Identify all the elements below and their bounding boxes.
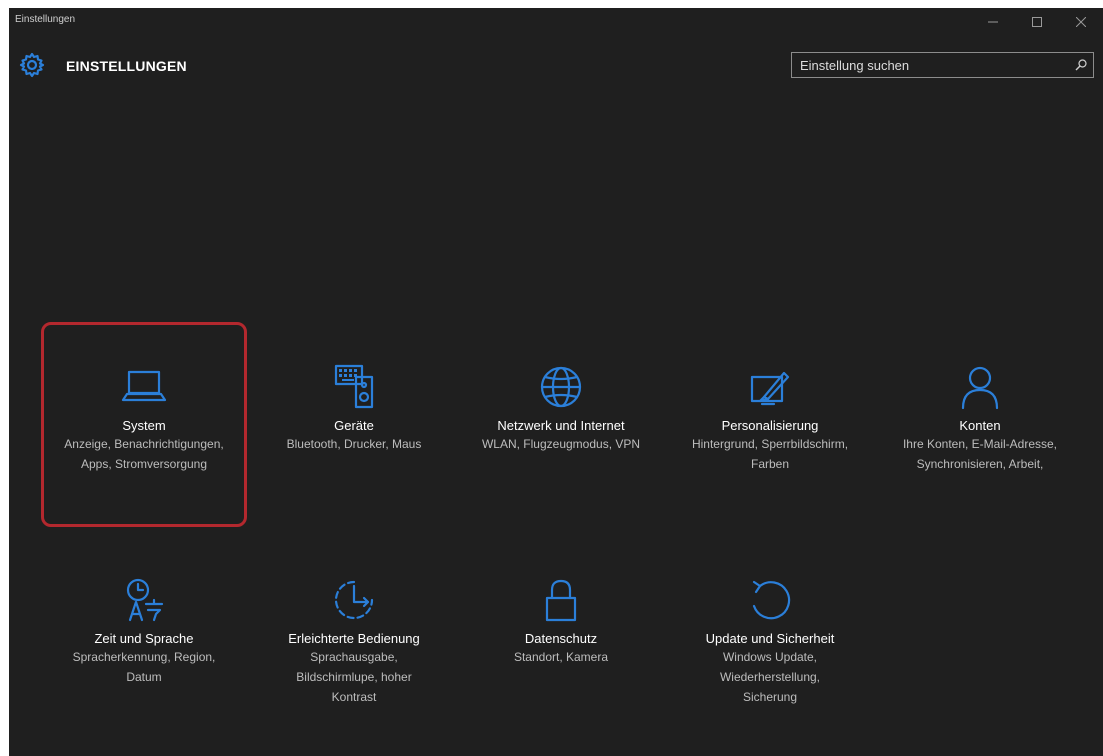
maximize-button[interactable]	[1015, 8, 1059, 36]
minimize-icon	[988, 21, 998, 23]
tile-title: System	[122, 418, 166, 433]
globe-icon	[540, 366, 582, 408]
tile-title: Konten	[959, 418, 1001, 433]
window-title: Einstellungen	[15, 14, 76, 25]
tile-update-security[interactable]: Update und Sicherheit Windows Update, Wi…	[665, 576, 875, 707]
tile-time-language[interactable]: Zeit und Sprache Spracherkennung, Region…	[39, 576, 249, 687]
tile-title: Update und Sicherheit	[705, 631, 835, 646]
title-bar: Einstellungen	[9, 8, 1103, 36]
page-title: EINSTELLUNGEN	[66, 58, 187, 74]
tile-personalization[interactable]: Personalisierung Hintergrund, Sperrbilds…	[665, 363, 875, 474]
maximize-icon	[1032, 17, 1042, 27]
tile-description: Standort, Kamera	[513, 650, 609, 664]
tile-title: Netzwerk und Internet	[497, 418, 625, 433]
search-box[interactable]	[791, 52, 1094, 78]
close-icon	[1076, 17, 1086, 27]
tile-description: Windows Update, Wiederherstellung, Siche…	[719, 650, 821, 704]
tile-description: Spracherkennung, Region, Datum	[72, 650, 216, 684]
time-language-icon	[126, 578, 164, 622]
tile-system[interactable]: System Anzeige, Benachrichtigungen, Apps…	[39, 363, 249, 474]
tile-description: Hintergrund, Sperrbildschirm, Farben	[691, 437, 849, 471]
tile-privacy[interactable]: Datenschutz Standort, Kamera	[456, 576, 666, 667]
accessibility-icon	[334, 580, 374, 620]
settings-window: Einstellungen EINSTELLUNGEN System A	[9, 8, 1103, 756]
devices-icon	[334, 364, 374, 409]
lock-icon	[545, 579, 577, 622]
laptop-icon	[121, 370, 167, 402]
tile-description: Anzeige, Benachrichtigungen, Apps, Strom…	[64, 437, 224, 471]
tile-title: Zeit und Sprache	[94, 631, 194, 646]
tile-title: Geräte	[334, 418, 374, 433]
tile-description: Sprachausgabe, Bildschirmlupe, hoher Kon…	[296, 650, 412, 704]
tile-title: Personalisierung	[721, 418, 819, 433]
tile-description: WLAN, Flugzeugmodus, VPN	[481, 437, 641, 451]
person-icon	[961, 366, 999, 410]
tile-description: Bluetooth, Drucker, Maus	[286, 437, 422, 451]
tile-accounts[interactable]: Konten Ihre Konten, E-Mail-Adresse, Sync…	[875, 363, 1085, 474]
paint-icon	[750, 371, 790, 406]
minimize-button[interactable]	[971, 8, 1015, 36]
update-icon	[752, 580, 791, 620]
tile-title: Datenschutz	[524, 631, 598, 646]
gear-icon[interactable]	[19, 52, 45, 78]
search-icon[interactable]	[1075, 59, 1087, 71]
close-button[interactable]	[1059, 8, 1103, 36]
tile-devices[interactable]: Geräte Bluetooth, Drucker, Maus	[249, 363, 459, 454]
tile-accessibility[interactable]: Erleichterte Bedienung Sprachausgabe, Bi…	[249, 576, 459, 707]
tile-title: Erleichterte Bedienung	[288, 631, 420, 646]
tile-network[interactable]: Netzwerk und Internet WLAN, Flugzeugmodu…	[456, 363, 666, 454]
tile-description: Ihre Konten, E-Mail-Adresse, Synchronisi…	[902, 437, 1058, 471]
search-input[interactable]	[792, 53, 1078, 77]
